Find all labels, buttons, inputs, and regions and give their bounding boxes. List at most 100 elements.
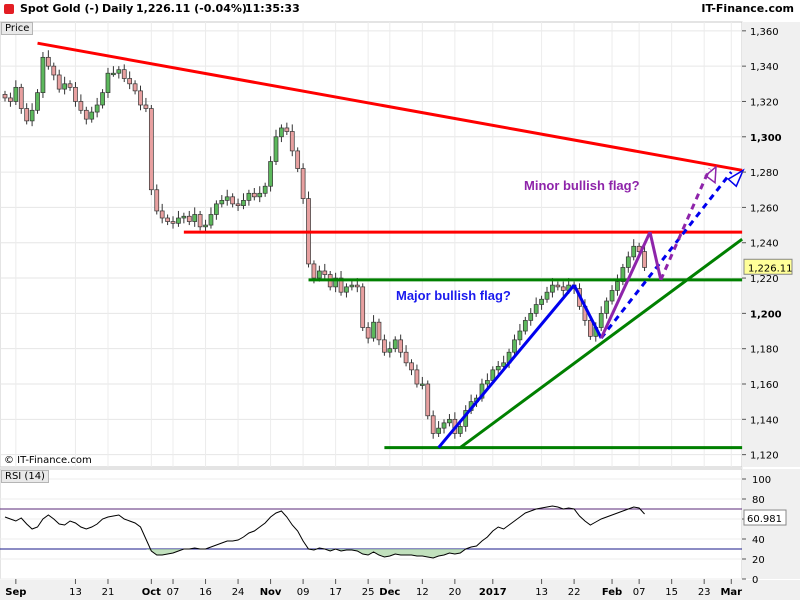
- up-candle: [268, 161, 273, 187]
- down-candle: [138, 90, 143, 106]
- price-tick-label: 1,160: [750, 380, 779, 391]
- time-tick-label: 24: [232, 587, 245, 598]
- down-candle: [24, 108, 30, 122]
- price-tick-label: 1,300: [750, 133, 782, 144]
- chart-canvas: 1,120 1,140 1,160 1,180 1,200 1,220 1,240 1,260…: [0, 21, 800, 600]
- up-candle: [387, 348, 393, 353]
- time-tick-label: 2017: [479, 587, 507, 598]
- up-candle: [116, 69, 122, 74]
- down-candle: [414, 369, 420, 385]
- brand-label[interactable]: IT-Finance.com: [701, 2, 794, 15]
- down-candle: [403, 351, 409, 364]
- down-candle: [295, 150, 301, 169]
- down-candle: [8, 97, 13, 102]
- down-candle: [148, 108, 154, 191]
- down-candle: [425, 383, 431, 417]
- up-candle: [279, 127, 284, 138]
- time-label: 11:35:33: [245, 2, 300, 15]
- time-tick-label: Mar: [720, 587, 742, 598]
- price-tick-label: 1,320: [750, 97, 779, 108]
- up-candle: [246, 192, 252, 201]
- up-candle: [257, 192, 263, 198]
- down-candle: [560, 286, 566, 291]
- down-candle: [73, 86, 78, 102]
- down-candle: [376, 321, 382, 341]
- up-candle: [214, 203, 219, 215]
- down-candle: [51, 65, 57, 76]
- up-candle: [62, 83, 67, 90]
- instrument-name: Spot Gold (-): [20, 2, 100, 15]
- up-candle: [436, 427, 441, 434]
- down-candle: [360, 286, 366, 328]
- up-candle: [631, 245, 637, 258]
- up-candle: [522, 320, 528, 332]
- up-candle: [441, 422, 447, 429]
- price-tick-label: 1,180: [750, 345, 779, 356]
- copyright: © IT-Finance.com: [4, 455, 92, 466]
- down-candle: [555, 284, 561, 288]
- price-tick-label: 1,280: [750, 168, 779, 179]
- up-candle: [241, 200, 246, 207]
- time-tick-label: 15: [665, 587, 678, 598]
- up-candle: [35, 92, 40, 111]
- down-candle: [154, 189, 160, 212]
- up-candle: [100, 92, 105, 106]
- up-candle: [539, 298, 544, 305]
- time-tick-label: 13: [535, 587, 548, 598]
- time-tick-label: Sep: [5, 587, 26, 598]
- up-candle: [419, 383, 425, 386]
- time-tick-label: 22: [568, 587, 581, 598]
- time-tick-label: 23: [698, 587, 711, 598]
- up-candle: [544, 291, 550, 300]
- price-tick-label: 1,140: [750, 415, 779, 426]
- up-candle: [392, 339, 398, 350]
- rsi-tick-label: 80: [752, 495, 765, 506]
- up-candle: [224, 196, 230, 201]
- down-candle: [642, 251, 647, 268]
- up-candle: [40, 56, 46, 93]
- down-candle: [197, 214, 203, 228]
- minor-flag-label: Minor bullish flag?: [524, 178, 640, 193]
- down-candle: [409, 362, 414, 371]
- up-candle: [208, 214, 214, 226]
- up-candle: [203, 224, 208, 228]
- down-candle: [143, 104, 149, 109]
- up-candle: [512, 339, 517, 353]
- down-candle: [430, 415, 436, 434]
- up-candle: [317, 270, 322, 279]
- down-candle: [170, 221, 176, 224]
- price-tick-label: 1,360: [750, 27, 779, 38]
- time-tick-label: Dec: [379, 587, 400, 598]
- up-candle: [219, 200, 225, 205]
- up-candle: [13, 86, 19, 102]
- time-tick-label: 20: [448, 587, 461, 598]
- header-bar: Spot Gold (-) Daily 1,226.11 (-0.04%) 11…: [0, 0, 800, 20]
- up-candle: [176, 217, 181, 224]
- down-candle: [56, 74, 62, 90]
- up-candle: [29, 109, 35, 122]
- up-candle: [262, 185, 268, 194]
- up-candle: [111, 72, 116, 76]
- down-candle: [398, 339, 404, 353]
- up-candle: [485, 380, 490, 385]
- down-candle: [311, 263, 317, 279]
- rsi-panel: [0, 468, 743, 580]
- rsi-tick-label: 0: [752, 575, 758, 586]
- rsi-tick-label: 20: [752, 555, 765, 566]
- up-candle: [598, 313, 604, 328]
- up-candle: [273, 136, 279, 162]
- down-candle: [127, 78, 133, 85]
- price-tick-label: 1,220: [750, 274, 779, 285]
- up-candle: [447, 418, 452, 424]
- down-candle: [230, 196, 235, 205]
- down-candle: [67, 83, 73, 88]
- up-candle: [105, 72, 111, 93]
- up-candle: [89, 111, 95, 120]
- down-candle: [235, 203, 241, 207]
- time-tick-label: 07: [633, 587, 646, 598]
- time-tick-label: 13: [69, 587, 82, 598]
- up-candle: [517, 330, 523, 341]
- time-tick-label: 16: [199, 587, 212, 598]
- price-tick-label: 1,120: [750, 451, 779, 462]
- major-flag-label: Major bullish flag?: [396, 288, 511, 303]
